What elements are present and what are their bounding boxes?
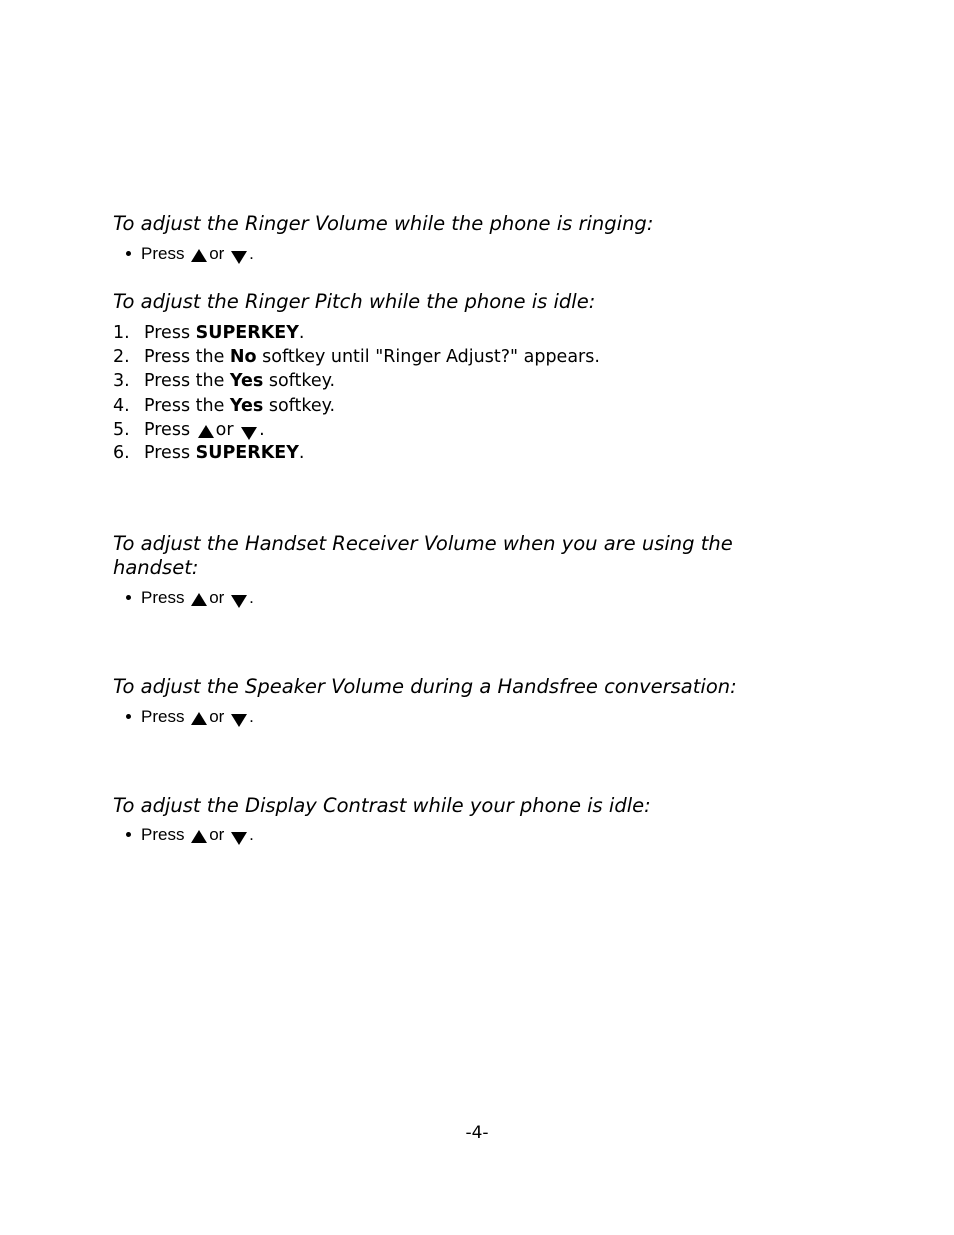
step-text: softkey until "Ringer Adjust?" appears.: [256, 347, 600, 367]
or-text: or: [209, 244, 225, 263]
step-text: Press the: [144, 347, 230, 367]
section-heading-speaker-volume: To adjust the Speaker Volume during a Ha…: [113, 675, 737, 698]
step-5: 5. Press or .: [113, 419, 265, 441]
page-number: -4-: [465, 1123, 489, 1143]
step-1: 1. Press SUPERKEY.: [113, 322, 304, 344]
step-4: 4. Press the Yes softkey.: [113, 395, 335, 417]
down-arrow-icon: [231, 832, 248, 845]
up-arrow-icon: [197, 425, 214, 438]
step-text: Press: [144, 323, 196, 343]
press-text: Press: [141, 244, 185, 263]
bullet-icon: [126, 832, 131, 838]
list-item: Press or .: [126, 825, 254, 845]
step-text: softkey.: [263, 396, 336, 416]
bullet-icon: [126, 714, 131, 720]
list-item: Press or .: [126, 244, 254, 264]
down-arrow-icon: [231, 251, 248, 264]
press-text: Press: [141, 825, 185, 844]
step-number: 2.: [113, 347, 130, 367]
down-arrow-icon: [231, 714, 248, 727]
down-arrow-icon: [241, 427, 258, 440]
bullet-icon: [126, 251, 131, 257]
step-text: .: [298, 323, 305, 343]
section-heading-ringer-volume: To adjust the Ringer Volume while the ph…: [113, 212, 654, 235]
step-number: 4.: [113, 396, 130, 416]
step-number: 3.: [113, 371, 130, 391]
down-arrow-icon: [231, 595, 248, 608]
key-name: SUPERKEY: [195, 323, 299, 343]
step-text: Press: [144, 443, 196, 463]
heading-line: To adjust the Handset Receiver Volume wh…: [113, 532, 733, 555]
key-name: Yes: [229, 396, 264, 416]
key-name: SUPERKEY: [195, 443, 299, 463]
up-arrow-icon: [191, 593, 208, 606]
step-number: 1.: [113, 323, 130, 343]
section-heading-handset-volume: To adjust the Handset Receiver Volume wh…: [113, 532, 733, 580]
period-text: .: [249, 244, 254, 263]
press-text: Press: [141, 588, 185, 607]
step-text: .: [298, 443, 305, 463]
bullet-icon: [126, 595, 131, 601]
or-text: or: [209, 825, 225, 844]
step-number: 6.: [113, 443, 130, 463]
heading-line: handset:: [113, 556, 199, 579]
step-number: 5.: [113, 420, 130, 440]
press-text: Press: [141, 707, 185, 726]
period-text: .: [249, 707, 254, 726]
step-text: Press the: [144, 371, 230, 391]
step-2: 2. Press the No softkey until "Ringer Adj…: [113, 346, 600, 368]
or-text: or: [215, 420, 234, 440]
up-arrow-icon: [191, 830, 208, 843]
step-6: 6. Press SUPERKEY.: [113, 442, 304, 464]
step-text: Press: [144, 420, 191, 440]
section-heading-ringer-pitch: To adjust the Ringer Pitch while the pho…: [113, 290, 596, 313]
up-arrow-icon: [191, 249, 208, 262]
or-text: or: [209, 707, 225, 726]
or-text: or: [209, 588, 225, 607]
key-name: No: [229, 347, 257, 367]
up-arrow-icon: [191, 712, 208, 725]
period-text: .: [259, 420, 265, 440]
key-name: Yes: [229, 371, 264, 391]
period-text: .: [249, 588, 254, 607]
list-item: Press or .: [126, 707, 254, 727]
section-heading-display-contrast: To adjust the Display Contrast while you…: [113, 794, 651, 817]
step-3: 3. Press the Yes softkey.: [113, 370, 335, 392]
list-item: Press or .: [126, 588, 254, 608]
step-text: softkey.: [263, 371, 336, 391]
step-text: Press the: [144, 396, 230, 416]
period-text: .: [249, 825, 254, 844]
